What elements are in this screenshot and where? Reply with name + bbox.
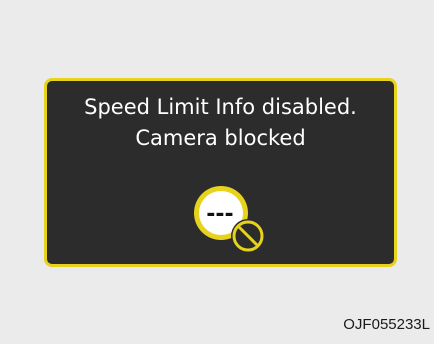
message-line-1: Speed Limit Info disabled. [84,95,357,119]
speed-limit-sign-blocked-icon: --- [194,186,265,253]
message-line-2: Camera blocked [135,126,306,150]
prohibition-icon [231,219,265,253]
speed-limit-dashes: --- [206,202,233,227]
cluster-display-panel: Speed Limit Info disabled. Camera blocke… [44,78,397,267]
image-reference-code: OJF055233L [343,316,430,333]
